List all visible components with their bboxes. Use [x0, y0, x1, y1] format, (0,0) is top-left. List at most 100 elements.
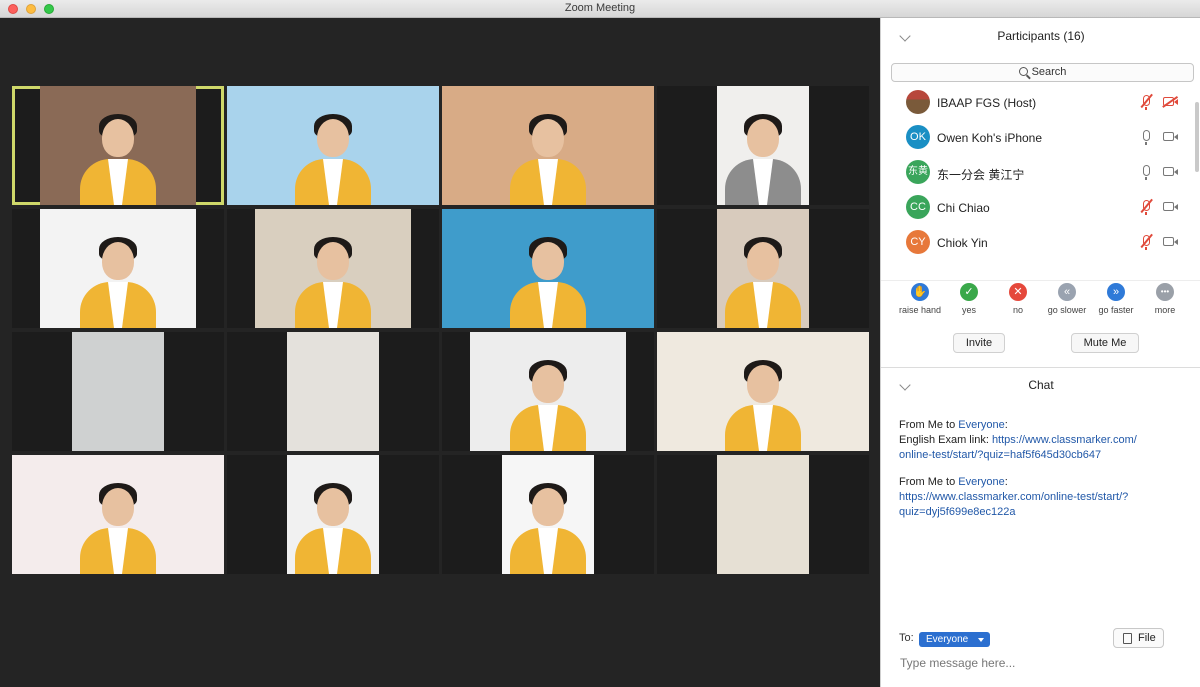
- mute-me-button[interactable]: Mute Me: [1071, 333, 1139, 353]
- chat-message: From Me to Everyone: English Exam link: …: [899, 418, 1184, 463]
- participant-row[interactable]: CC Chi Chiao: [881, 190, 1200, 225]
- participant-video-tile[interactable]: [227, 455, 439, 574]
- go-slower-button[interactable]: « go slower: [1039, 283, 1095, 315]
- mic-muted-icon[interactable]: [1143, 200, 1150, 215]
- dropdown-caret-icon: [978, 638, 984, 642]
- reaction-label: more: [1154, 305, 1176, 315]
- participant-video-tile[interactable]: [442, 332, 654, 451]
- video-camera-icon[interactable]: [1163, 132, 1178, 141]
- participant-silhouette: [291, 105, 375, 205]
- video-feed: [717, 86, 809, 205]
- mic-muted-icon[interactable]: [1143, 235, 1150, 250]
- video-feed: [657, 332, 869, 451]
- file-icon: [1123, 633, 1132, 644]
- raise-hand-button[interactable]: ✋ raise hand: [892, 283, 948, 315]
- mic-icon[interactable]: [1143, 130, 1150, 145]
- participant-silhouette: [506, 351, 590, 451]
- video-camera-icon[interactable]: [1163, 202, 1178, 211]
- yes-button[interactable]: ✓ yes: [941, 283, 997, 315]
- send-file-button[interactable]: File: [1113, 628, 1164, 648]
- participant-name: IBAAP FGS (Host): [937, 96, 1037, 110]
- go-slower-icon: «: [1058, 283, 1076, 301]
- participant-row[interactable]: OK Owen Koh's iPhone: [881, 120, 1200, 155]
- chat-message-sender: From Me to Everyone:: [899, 475, 1184, 490]
- video-feed: [442, 209, 654, 328]
- mic-muted-icon[interactable]: [1143, 95, 1150, 110]
- participant-video-tile[interactable]: [12, 209, 224, 328]
- participant-video-tile[interactable]: [442, 455, 654, 574]
- participants-header: Participants (16): [881, 22, 1200, 52]
- participant-video-tile[interactable]: [227, 209, 439, 328]
- sidebar: Participants (16) Search IBAAP FGS (Host…: [880, 18, 1200, 687]
- reaction-label: raise hand: [898, 305, 942, 315]
- video-feed: [287, 455, 379, 574]
- participant-video-tile[interactable]: [657, 455, 869, 574]
- video-feed: [40, 86, 196, 205]
- participant-row[interactable]: IBAAP FGS (Host): [881, 85, 1200, 120]
- video-camera-icon[interactable]: [1163, 237, 1178, 246]
- participant-name: 东一分会 黄江宁: [937, 168, 1025, 182]
- invite-button[interactable]: Invite: [953, 333, 1005, 353]
- recipient-link[interactable]: Everyone: [958, 476, 1004, 488]
- video-camera-icon[interactable]: [1163, 167, 1178, 176]
- chat-message-link-continued[interactable]: quiz=dyj5f699e8ec122a: [899, 506, 1016, 518]
- sender-suffix: :: [1004, 419, 1008, 431]
- reaction-label: no: [1012, 305, 1023, 315]
- more-reactions-button[interactable]: ••• more: [1137, 283, 1193, 315]
- participant-video-tile[interactable]: [227, 86, 439, 205]
- video-off-icon[interactable]: [1163, 97, 1178, 106]
- chat-recipient-select[interactable]: Everyone: [919, 632, 990, 647]
- participant-video-tile[interactable]: [442, 86, 654, 205]
- participant-video-tile[interactable]: [12, 332, 224, 451]
- search-icon: [1018, 67, 1028, 76]
- go-faster-icon: »: [1107, 283, 1125, 301]
- participant-row[interactable]: CY Chiok Yin: [881, 225, 1200, 260]
- participant-video-tile[interactable]: [12, 455, 224, 574]
- participant-avatar: 东黄: [906, 160, 930, 184]
- participant-name: Chi Chiao: [937, 201, 990, 215]
- participant-name: Chiok Yin: [937, 236, 988, 250]
- participant-silhouette: [76, 228, 160, 328]
- participant-video-tile[interactable]: [442, 209, 654, 328]
- reaction-label: go slower: [1047, 305, 1087, 315]
- search-placeholder: Search: [1031, 66, 1067, 78]
- chat-message-input[interactable]: Type message here...: [900, 656, 1015, 670]
- no-button[interactable]: ✕ no: [990, 283, 1046, 315]
- chat-message-sender: From Me to Everyone:: [899, 418, 1184, 433]
- video-feed: [717, 455, 809, 574]
- participant-video-tile[interactable]: [12, 86, 224, 205]
- participant-list-scrollbar[interactable]: [1195, 102, 1199, 172]
- participant-silhouette: [76, 105, 160, 205]
- participant-video-tile[interactable]: [227, 332, 439, 451]
- participant-row[interactable]: 东黄 东一分会 黄江宁: [881, 155, 1200, 190]
- participant-silhouette: [506, 474, 590, 574]
- sender-prefix: From Me to: [899, 476, 959, 488]
- video-feed: [255, 209, 411, 328]
- participant-avatar: [906, 90, 930, 114]
- video-gallery: [0, 18, 880, 687]
- reaction-label: yes: [961, 305, 976, 315]
- video-feed: [12, 455, 224, 574]
- window-title: Zoom Meeting: [564, 2, 636, 14]
- participant-video-tile[interactable]: [657, 332, 869, 451]
- participant-video-tile[interactable]: [657, 209, 869, 328]
- mic-icon[interactable]: [1143, 165, 1150, 180]
- video-feed: [72, 332, 164, 451]
- go-faster-button[interactable]: » go faster: [1088, 283, 1144, 315]
- participant-name: Owen Koh's iPhone: [937, 131, 1043, 145]
- chat-message-link[interactable]: https://www.classmarker.com/online-test/…: [899, 491, 1128, 503]
- chat-message-text: English Exam link:: [899, 434, 992, 446]
- panel-divider: [881, 367, 1200, 368]
- participant-silhouette: [76, 474, 160, 574]
- chat-header: Chat: [881, 371, 1200, 401]
- reaction-bar: ✋ raise hand ✓ yes ✕ no « go slower » go…: [881, 280, 1200, 320]
- recipient-link[interactable]: Everyone: [958, 419, 1004, 431]
- chat-message-link[interactable]: https://www.classmarker.com/: [992, 434, 1137, 446]
- chat-message-link-continued[interactable]: online-test/start/?quiz=haf5f645d30cb647: [899, 449, 1101, 461]
- sender-suffix: :: [1004, 476, 1008, 488]
- participant-video-tile[interactable]: [657, 86, 869, 205]
- participant-search-input[interactable]: Search: [891, 63, 1194, 82]
- participant-silhouette: [506, 105, 590, 205]
- participant-list: IBAAP FGS (Host) OK Owen Koh's iPhone 东黄…: [881, 85, 1200, 277]
- video-feed: [40, 209, 196, 328]
